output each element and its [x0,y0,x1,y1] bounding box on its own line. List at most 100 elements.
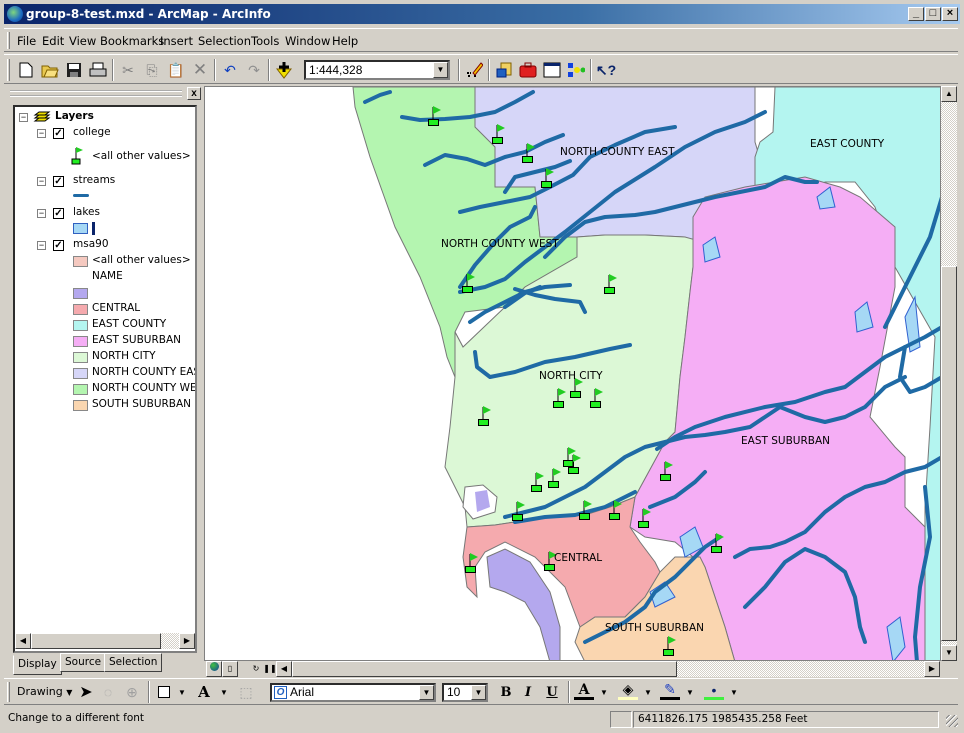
paste-button[interactable]: 📋 [166,60,186,80]
menu-insert[interactable]: Insert [160,34,193,48]
layer-college[interactable]: college [73,126,111,138]
tab-selection[interactable]: Selection [104,653,163,672]
fill-color-dropdown[interactable]: ▼ [638,682,658,702]
scroll-left-button[interactable]: ◀ [276,661,292,677]
font-dropdown-arrow[interactable]: ▼ [419,685,434,700]
editor-toolbar-button[interactable] [464,60,484,80]
font-size-combobox[interactable]: 10 ▼ [442,683,488,702]
tab-source[interactable]: Source [60,653,107,672]
map-display[interactable]: NORTH COUNTY EAST EAST COUNTY NORTH COUN… [204,86,941,661]
map-horizontal-scrollbar[interactable]: ▶ [292,661,940,677]
select-elements-button[interactable]: ➤ [76,682,96,702]
drawing-menu-button[interactable]: Drawing ▼ [17,685,72,698]
checkbox-streams[interactable]: ✓ [53,176,64,187]
maximize-button[interactable]: □ [925,7,941,21]
font-color-button[interactable]: A [574,682,594,700]
resize-grip[interactable] [946,715,958,727]
menu-tools[interactable]: Tools [251,34,279,48]
print-button[interactable] [88,60,108,80]
model-builder-button[interactable] [566,60,586,80]
menu-grip[interactable] [7,32,10,49]
layer-msa90[interactable]: msa90 [73,238,109,250]
menu-window[interactable]: Window [285,34,330,48]
cut-button[interactable]: ✂ [118,60,138,80]
font-color-dropdown[interactable]: ▼ [594,682,614,702]
line-color-button[interactable]: ✎ [660,681,680,700]
toc-horizontal-scrollbar[interactable]: ◀ ▶ [15,633,195,649]
scale-dropdown-arrow[interactable]: ▼ [433,62,448,78]
expander-streams[interactable]: − [37,177,46,186]
open-button[interactable] [40,60,60,80]
status-message: Change to a different font [8,712,145,724]
italic-button[interactable]: I [518,682,538,702]
menu-bookmarks[interactable]: Bookmarks [100,34,164,48]
text-tool-button[interactable]: A [194,682,214,702]
horizontal-scroll-thumb[interactable] [292,661,677,677]
whats-this-help-icon: ↖? [595,61,617,78]
minimize-button[interactable]: _ [908,7,924,21]
font-color-a-icon: A [578,681,590,698]
menu-file[interactable]: File [17,34,36,48]
scroll-down-button[interactable]: ▼ [941,645,957,661]
delete-button[interactable]: ✕ [190,60,210,80]
expander-layers[interactable]: − [19,113,28,122]
scroll-thumb[interactable] [31,633,161,649]
menu-edit[interactable]: Edit [42,34,64,48]
layout-view-button[interactable]: ▯ [222,661,238,677]
scroll-up-button[interactable]: ▲ [941,86,957,102]
font-family-combobox[interactable]: O Arial ▼ [270,683,436,702]
expander-lakes[interactable]: − [37,209,46,218]
redo-button[interactable]: ↷ [244,60,264,80]
zoom-to-selected-button[interactable]: ⊕ [122,682,142,702]
add-data-button[interactable] [274,60,294,80]
data-frame-layers[interactable]: Layers [55,110,94,122]
size-dropdown-arrow[interactable]: ▼ [471,685,486,700]
command-line-button[interactable] [542,60,562,80]
checkbox-msa90[interactable]: ✓ [53,240,64,251]
whats-this-button[interactable]: ↖? [596,60,616,80]
marker-color-button[interactable]: • [704,682,724,700]
checkbox-college[interactable]: ✓ [53,128,64,139]
toolbar-grip[interactable] [7,59,10,81]
menu-help[interactable]: Help [332,34,358,48]
fill-color-button[interactable]: ◈ [618,681,638,700]
arcmap-app-icon[interactable] [7,6,23,22]
text-tool-dropdown[interactable]: ▼ [214,682,234,702]
toc-close-button[interactable]: x [187,87,201,100]
scroll-right-button[interactable]: ▶ [179,633,195,649]
bold-button[interactable]: B [496,682,516,702]
scroll-left-button[interactable]: ◀ [15,633,31,649]
college-flag-marker [609,499,625,521]
rotate-button[interactable]: ◌ [98,682,118,702]
copy-button[interactable]: ⎘ [142,60,162,80]
rectangle-dropdown[interactable]: ▼ [172,682,192,702]
expander-college[interactable]: − [37,129,46,138]
toc-title-bar[interactable]: x [8,87,201,101]
map-vertical-scrollbar[interactable]: ▲ ▼ [941,86,957,661]
undo-button[interactable]: ↶ [220,60,240,80]
arccatalog-button[interactable] [494,60,514,80]
toolbar-grip[interactable] [7,682,10,702]
menu-selection[interactable]: Selection [198,34,251,48]
data-view-button[interactable] [206,661,222,677]
scroll-right-button[interactable]: ▶ [924,661,940,677]
menu-view[interactable]: View [69,34,96,48]
underline-button[interactable]: U [542,682,562,702]
checkbox-lakes[interactable]: ✓ [53,208,64,219]
expander-msa90[interactable]: − [37,241,46,250]
layer-streams[interactable]: streams [73,174,115,186]
line-color-dropdown[interactable]: ▼ [680,682,700,702]
save-button[interactable] [64,60,84,80]
tab-display[interactable]: Display [13,655,62,675]
arctoolbox-button[interactable] [518,60,538,80]
edit-vertices-button[interactable]: ⬚ [236,682,256,702]
streams-line-symbol [73,194,89,197]
new-document-button[interactable] [16,60,36,80]
layer-lakes[interactable]: lakes [73,206,100,218]
map-scale-combobox[interactable]: 1:444,328 ▼ [304,60,450,80]
close-button[interactable]: × [942,7,958,21]
marker-color-dropdown[interactable]: ▼ [724,682,744,702]
rectangle-tool-button[interactable] [154,682,174,702]
vertical-scroll-thumb[interactable] [941,266,957,641]
toolbar-separator [112,59,114,81]
